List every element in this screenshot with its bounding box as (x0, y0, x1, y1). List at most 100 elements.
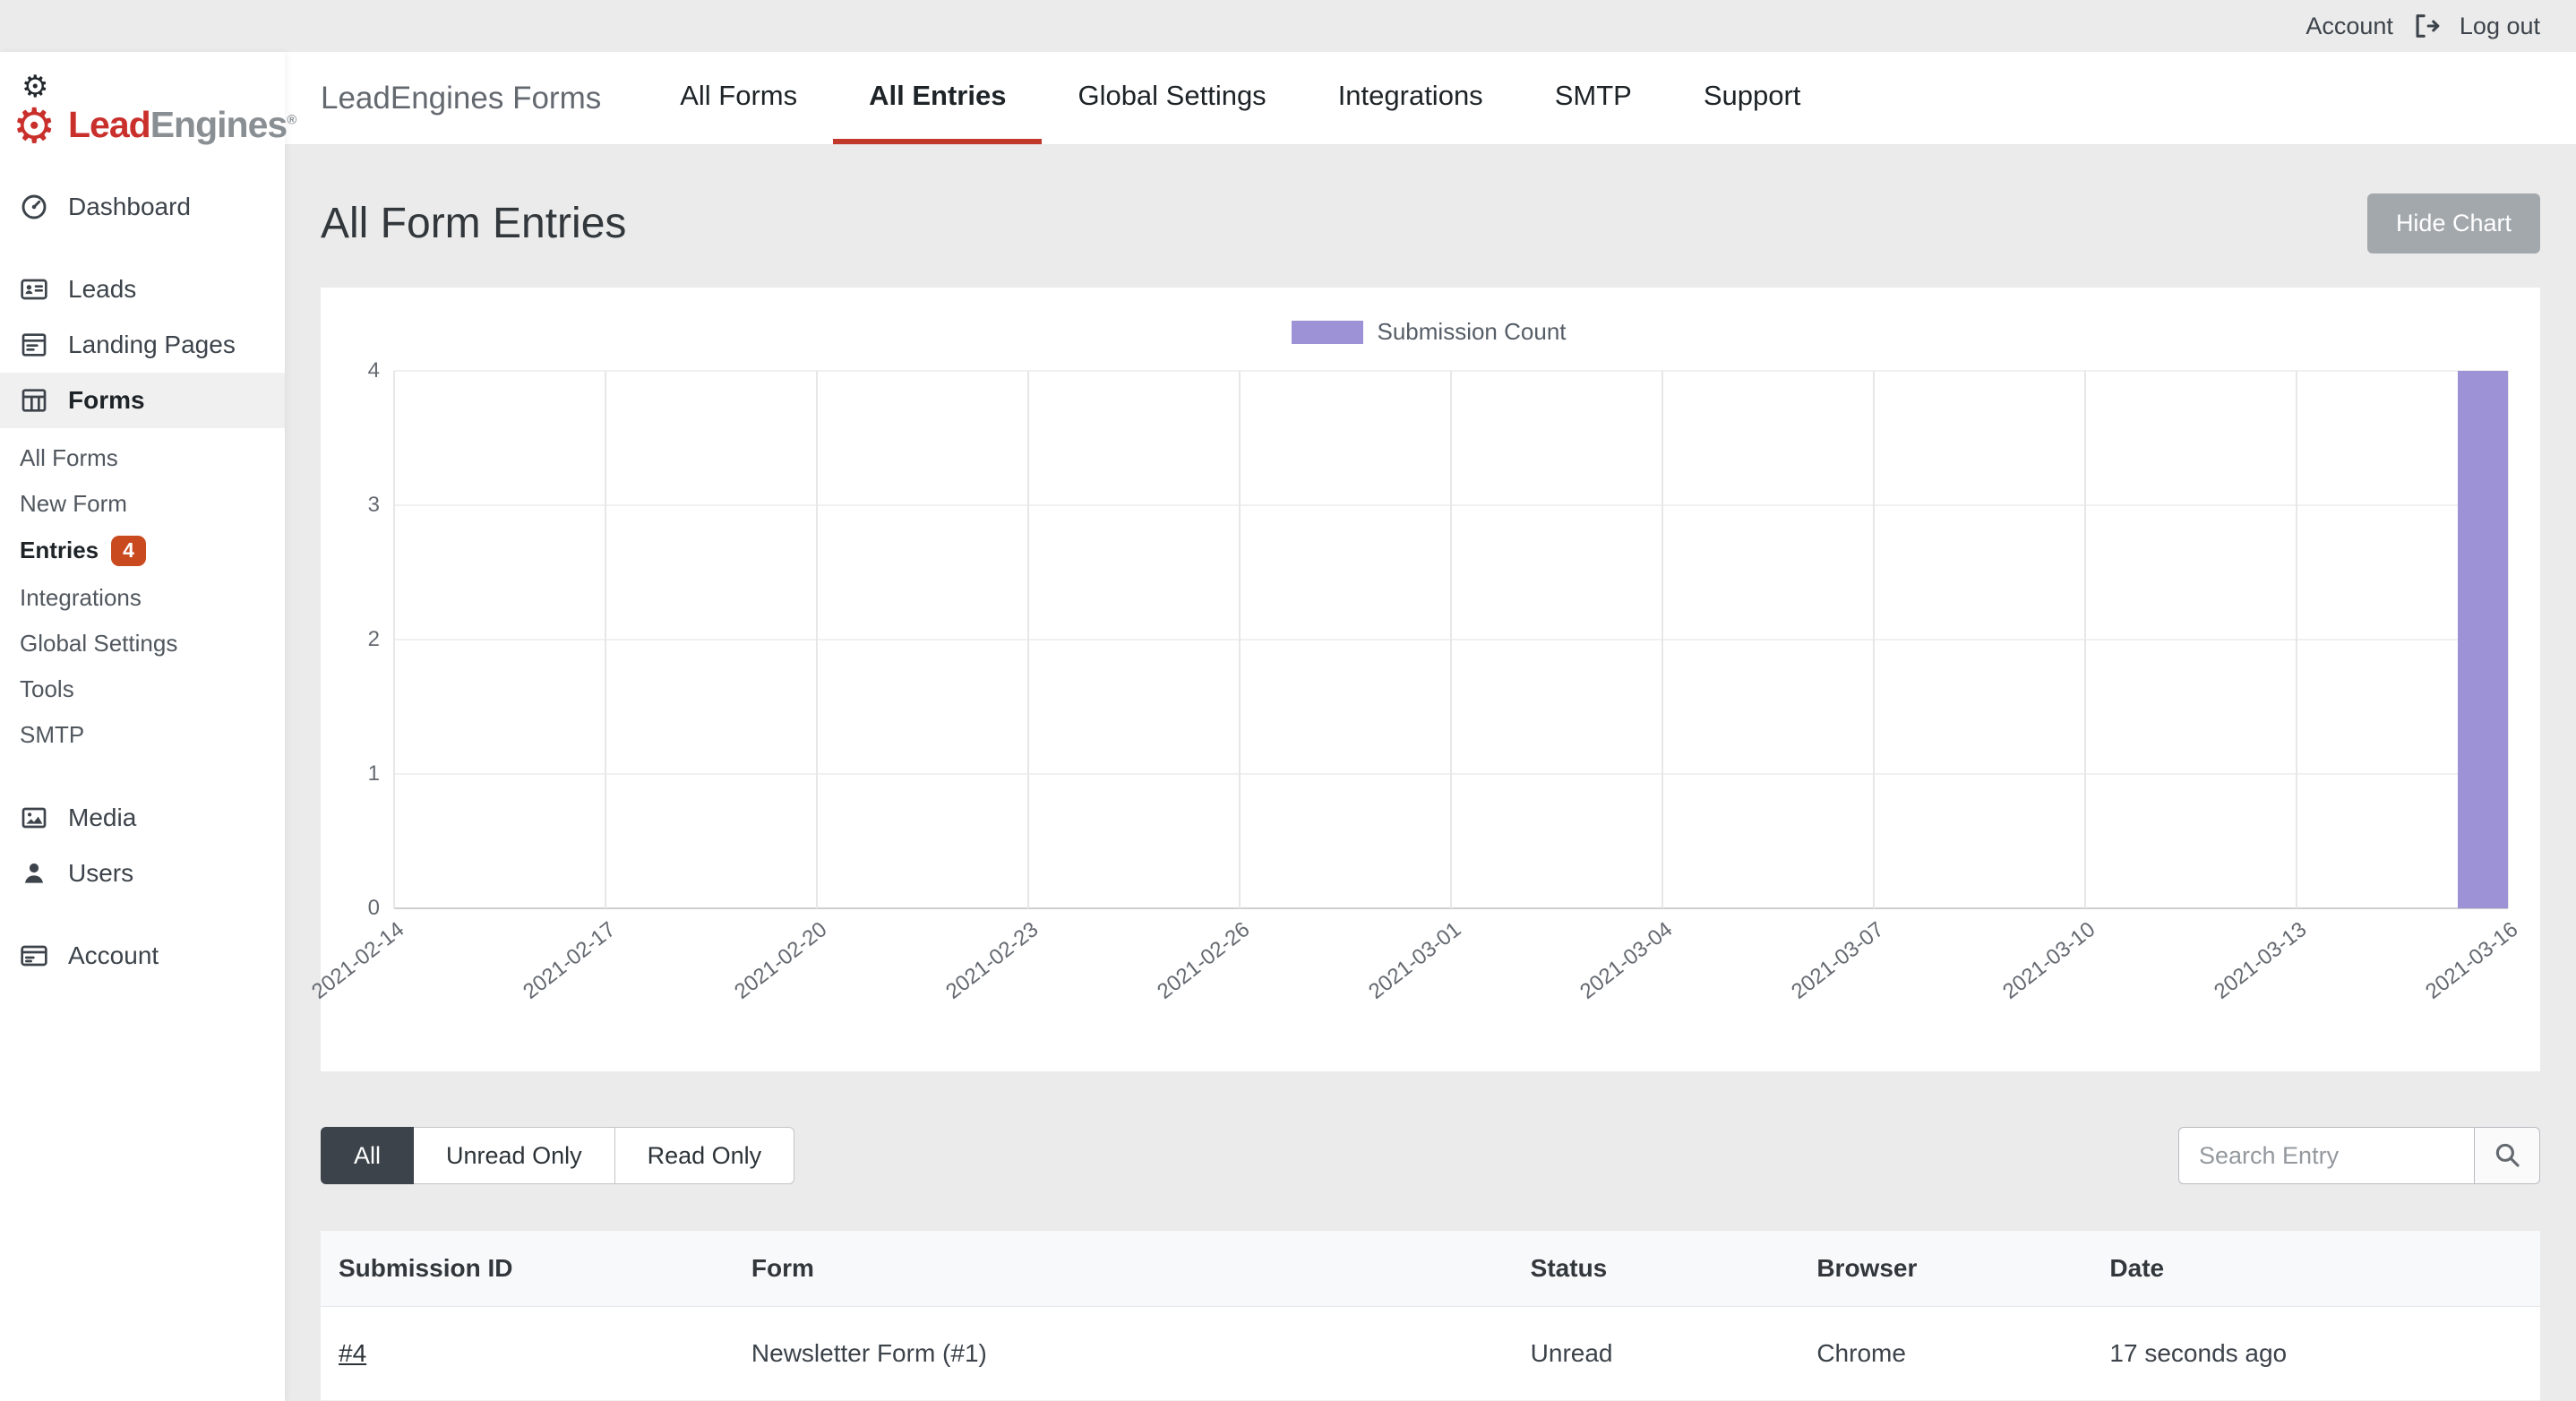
status-cell: Unread (1513, 1307, 1799, 1401)
x-tick-label: 2021-02-20 (730, 917, 832, 1005)
tab-label: Global Settings (1078, 80, 1266, 112)
v-gridline (1662, 371, 1663, 908)
x-tick-label: 2021-02-23 (941, 917, 1043, 1005)
page-title: All Form Entries (321, 199, 626, 248)
leadengines-logo: ⚙ ⚙ LeadEngines® (0, 52, 285, 179)
sidebar: ⚙ ⚙ LeadEngines® Dashboard Leads Landing P… (0, 52, 285, 1401)
tab-global-settings[interactable]: Global Settings (1042, 52, 1301, 144)
media-icon (20, 804, 48, 832)
submenu-item-integrations[interactable]: Integrations (0, 575, 285, 621)
tab-label: All Forms (680, 80, 797, 112)
x-tick-label: 2021-02-26 (1153, 917, 1255, 1005)
y-tick-label: 3 (368, 493, 380, 518)
form-cell: Newsletter Form (#1) (734, 1307, 1513, 1401)
submenu-item-label: Global Settings (20, 630, 177, 658)
tab-label: All Entries (869, 80, 1006, 112)
registered-mark: ® (287, 112, 296, 127)
x-tick-label: 2021-03-16 (2421, 917, 2523, 1005)
sidebar-item-label: Account (68, 941, 159, 970)
sidebar-item-label: Media (68, 804, 136, 832)
logout-link[interactable]: Log out (2460, 13, 2540, 40)
page-head: All Form Entries Hide Chart (321, 145, 2540, 288)
submenu-item-global-settings[interactable]: Global Settings (0, 621, 285, 666)
tab-label: SMTP (1555, 80, 1632, 112)
submenu-item-label: New Form (20, 490, 127, 518)
entry-search (2178, 1127, 2540, 1184)
search-entry-input[interactable] (2178, 1127, 2474, 1184)
dashboard-icon (20, 193, 48, 221)
filter-unread-only-button[interactable]: Unread Only (414, 1127, 615, 1184)
submenu-item-label: All Forms (20, 444, 118, 472)
column-header-status: Status (1513, 1231, 1799, 1307)
entries-table: Submission IDFormStatusBrowserDate #4New… (321, 1231, 2540, 1401)
nav-tabs: All Forms All Entries Global Settings Integ… (644, 52, 1836, 144)
sidebar-item-label: Landing Pages (68, 331, 236, 359)
landing-pages-icon (20, 331, 48, 359)
filter-all-button[interactable]: All (321, 1127, 414, 1184)
v-gridline (1239, 371, 1241, 908)
search-button[interactable] (2474, 1127, 2540, 1184)
filter-row: AllUnread OnlyRead Only (321, 1127, 2540, 1184)
navbar-title: LeadEngines Forms (321, 81, 601, 116)
v-gridline (2296, 371, 2297, 908)
tab-all-forms[interactable]: All Forms (644, 52, 833, 144)
content: All Form Entries Hide Chart Submission C… (285, 145, 2576, 1401)
submissions-chart-card: Submission Count 012342021-02-142021-02-… (321, 288, 2540, 1071)
x-tick-label: 2021-03-04 (1576, 917, 1678, 1005)
tab-all-entries[interactable]: All Entries (833, 52, 1042, 144)
y-tick-label: 1 (368, 761, 380, 786)
v-gridline (2084, 371, 2086, 908)
chart-plot-area: 012342021-02-142021-02-172021-02-202021-… (394, 371, 2508, 908)
main-area: LeadEngines Forms All Forms All Entries Gl… (285, 52, 2576, 1401)
tab-integrations[interactable]: Integrations (1302, 52, 1519, 144)
sidebar-item-leads[interactable]: Leads (0, 262, 285, 317)
tab-support[interactable]: Support (1668, 52, 1837, 144)
entry-link[interactable]: #4 (339, 1339, 366, 1367)
x-tick-label: 2021-03-01 (1364, 917, 1466, 1005)
column-header-browser: Browser (1799, 1231, 2091, 1307)
users-icon (20, 859, 48, 888)
sidebar-item-label: Dashboard (68, 193, 191, 221)
logout-icon[interactable] (2411, 11, 2442, 41)
sidebar-item-account[interactable]: Account (0, 928, 285, 984)
entry-filter-group: AllUnread OnlyRead Only (321, 1127, 794, 1184)
submenu-item-entries[interactable]: Entries4 (0, 527, 285, 575)
sidebar-item-landing-pages[interactable]: Landing Pages (0, 317, 285, 373)
gear-icon: ⚙ (21, 72, 48, 102)
filter-read-only-button[interactable]: Read Only (615, 1127, 795, 1184)
column-header-form: Form (734, 1231, 1513, 1307)
logo-text: LeadEngines® (68, 107, 296, 152)
y-tick-label: 0 (368, 896, 380, 921)
tab-smtp[interactable]: SMTP (1519, 52, 1668, 144)
submenu-item-new-form[interactable]: New Form (0, 481, 285, 527)
submenu-item-label: Tools (20, 675, 74, 703)
sidebar-item-users[interactable]: Users (0, 846, 285, 901)
admin-topbar: Account Log out (0, 0, 2576, 52)
x-tick-label: 2021-03-13 (2210, 917, 2312, 1005)
x-tick-label: 2021-02-17 (519, 917, 621, 1005)
hide-chart-button[interactable]: Hide Chart (2367, 193, 2540, 254)
x-tick-label: 2021-03-07 (1787, 917, 1889, 1005)
v-gridline (605, 371, 606, 908)
submenu-item-label: SMTP (20, 721, 84, 749)
y-tick-label: 2 (368, 627, 380, 652)
chart-legend: Submission Count (348, 313, 2510, 371)
gear-icon: ⚙ (13, 102, 56, 150)
sidebar-item-dashboard[interactable]: Dashboard (0, 179, 285, 235)
submenu-item-smtp[interactable]: SMTP (0, 712, 285, 758)
submenu-item-tools[interactable]: Tools (0, 666, 285, 712)
forms-icon (20, 386, 48, 415)
account-link[interactable]: Account (2306, 13, 2393, 40)
submission-id-cell: #4 (321, 1307, 734, 1401)
x-tick-label: 2021-02-14 (307, 917, 409, 1005)
column-header-date: Date (2091, 1231, 2540, 1307)
submenu-item-label: Entries (20, 537, 99, 564)
sidebar-item-forms[interactable]: Forms (0, 373, 285, 428)
sidebar-item-media[interactable]: Media (0, 790, 285, 846)
legend-label: Submission Count (1378, 318, 1567, 346)
submenu-item-all-forms[interactable]: All Forms (0, 435, 285, 481)
sidebar-item-label: Users (68, 859, 133, 888)
gears-icon: ⚙ ⚙ (13, 75, 68, 152)
submenu-item-label: Integrations (20, 584, 142, 612)
browser-cell: Chrome (1799, 1307, 2091, 1401)
